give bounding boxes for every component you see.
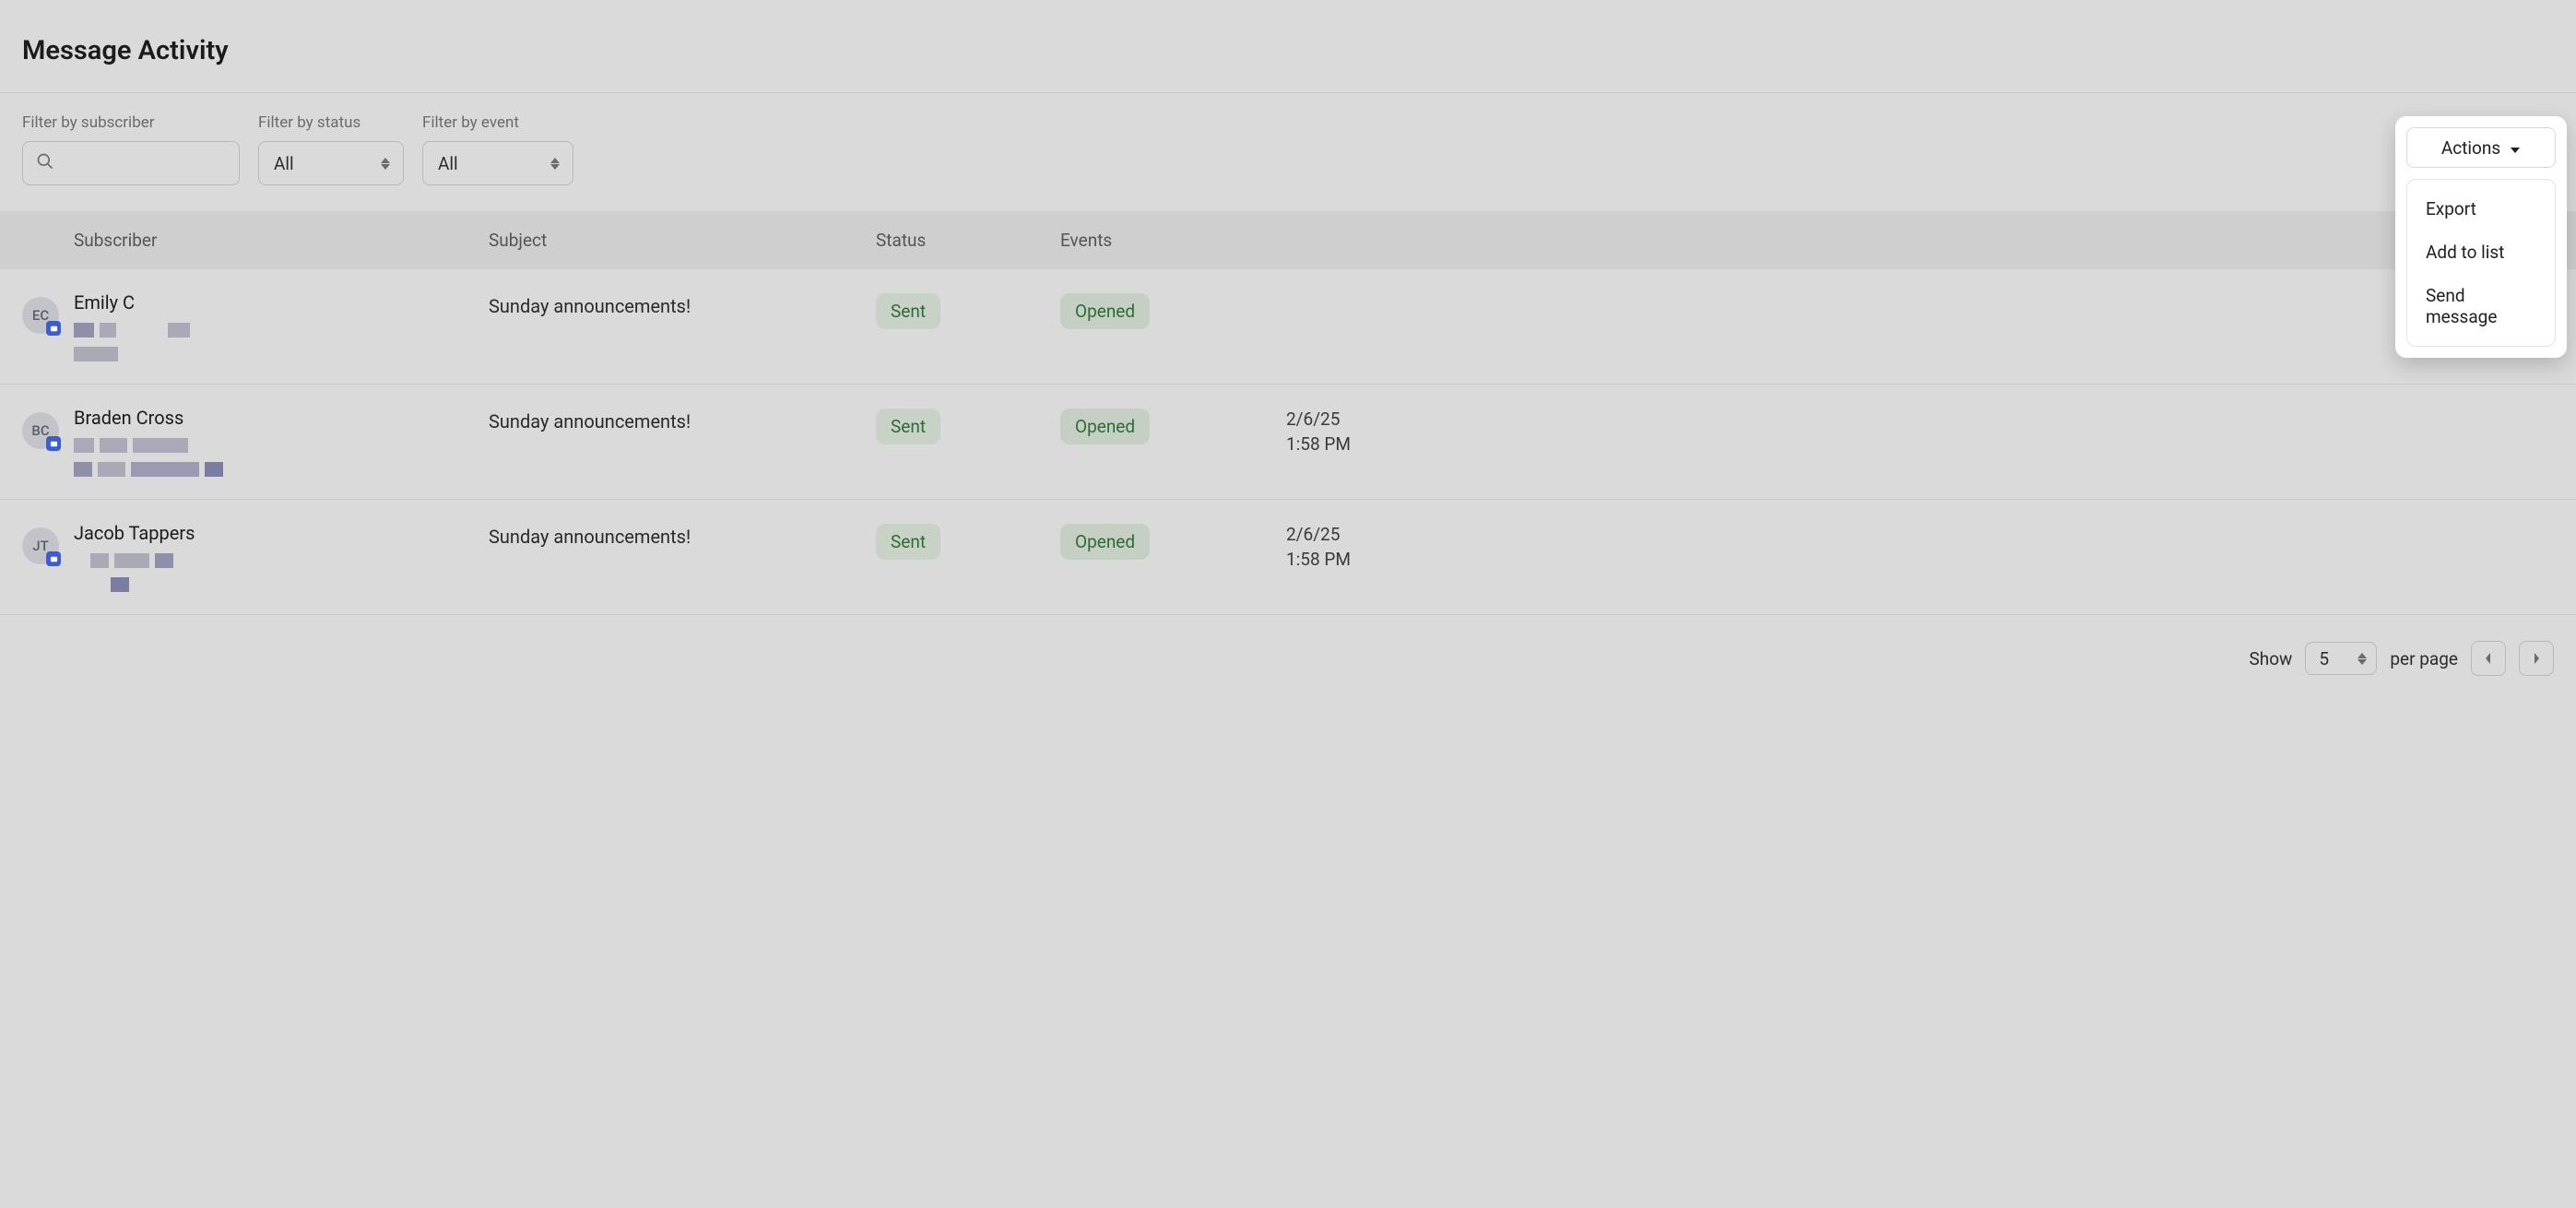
subscriber-name: Braden Cross	[74, 407, 489, 429]
subject-cell: Sunday announcements!	[489, 291, 876, 317]
prev-page-button[interactable]	[2471, 641, 2506, 676]
search-icon	[36, 152, 54, 174]
filter-event-group: Filter by event All	[422, 113, 573, 185]
filter-event-label: Filter by event	[422, 113, 573, 132]
timestamp-time: 1:58 PM	[1286, 433, 2554, 455]
avatar: JT	[22, 522, 74, 564]
subject-cell: Sunday announcements!	[489, 407, 876, 432]
status-badge: Sent	[876, 524, 940, 560]
filter-status-label: Filter by status	[258, 113, 404, 132]
filter-subscriber-group: Filter by subscriber	[22, 113, 240, 185]
timestamp-date: 2/6/25	[1286, 524, 2554, 545]
subject-cell: Sunday announcements!	[489, 522, 876, 548]
updown-icon	[2357, 653, 2367, 665]
avatar-badge-icon	[46, 436, 61, 451]
table-body: EC Emily C Sunday announcements! Sent Op…	[0, 269, 2576, 615]
next-page-button[interactable]	[2519, 641, 2554, 676]
filter-status-value: All	[274, 153, 294, 174]
filter-event-select[interactable]: All	[422, 141, 573, 185]
event-badge: Opened	[1060, 293, 1150, 329]
actions-menu-export[interactable]: Export	[2407, 187, 2555, 231]
actions-button-label: Actions	[2441, 137, 2500, 159]
redacted-text	[74, 553, 489, 568]
avatar: EC	[22, 291, 74, 334]
actions-menu: Export Add to list Send message	[2406, 179, 2556, 347]
avatar: BC	[22, 407, 74, 449]
redacted-text	[74, 323, 489, 338]
actions-menu-add-to-list[interactable]: Add to list	[2407, 231, 2555, 274]
filter-subscriber-input[interactable]	[22, 141, 240, 185]
table-row[interactable]: EC Emily C Sunday announcements! Sent Op…	[0, 269, 2576, 385]
redacted-text	[74, 577, 489, 592]
pagination-perpage-label: per page	[2390, 648, 2458, 669]
actions-menu-send-message[interactable]: Send message	[2407, 274, 2555, 338]
pagination-show-label: Show	[2249, 648, 2292, 669]
chevron-down-icon	[2510, 137, 2521, 159]
page-size-select[interactable]: 5	[2305, 642, 2377, 675]
col-header-subject: Subject	[489, 230, 876, 251]
table-header: Subscriber Subject Status Events	[0, 211, 2576, 269]
avatar-badge-icon	[46, 321, 61, 336]
status-badge: Sent	[876, 293, 940, 329]
redacted-text	[74, 462, 489, 477]
event-badge: Opened	[1060, 409, 1150, 444]
status-badge: Sent	[876, 409, 940, 444]
redacted-text	[74, 438, 489, 453]
page-title: Message Activity	[0, 0, 2576, 92]
timestamp-time: 1:58 PM	[1286, 549, 2554, 570]
avatar-badge-icon	[46, 551, 61, 566]
filter-subscriber-label: Filter by subscriber	[22, 113, 240, 132]
col-header-status: Status	[876, 230, 1060, 251]
filter-status-group: Filter by status All	[258, 113, 404, 185]
updown-icon	[550, 158, 560, 170]
actions-dropdown-panel: Actions Export Add to list Send message	[2395, 116, 2567, 358]
filter-event-value: All	[438, 153, 458, 174]
filter-bar: Filter by subscriber Filter by status Al…	[0, 93, 2576, 211]
updown-icon	[381, 158, 390, 170]
subscriber-name: Jacob Tappers	[74, 522, 489, 544]
page-size-value: 5	[2319, 648, 2329, 669]
table-row[interactable]: BC Braden Cross Sunday announcements! Se…	[0, 385, 2576, 500]
timestamp-date: 2/6/25	[1286, 409, 2554, 430]
redacted-text	[74, 347, 489, 361]
col-header-subscriber: Subscriber	[74, 230, 489, 251]
event-badge: Opened	[1060, 524, 1150, 560]
actions-button[interactable]: Actions	[2406, 127, 2556, 168]
pagination-bar: Show 5 per page	[0, 615, 2576, 713]
chevron-left-icon	[2484, 648, 2493, 669]
col-header-events: Events	[1060, 230, 1286, 251]
filter-status-select[interactable]: All	[258, 141, 404, 185]
subscriber-name: Emily C	[74, 291, 489, 314]
table-row[interactable]: JT Jacob Tappers Sunday announcements! S…	[0, 500, 2576, 615]
chevron-right-icon	[2532, 648, 2541, 669]
